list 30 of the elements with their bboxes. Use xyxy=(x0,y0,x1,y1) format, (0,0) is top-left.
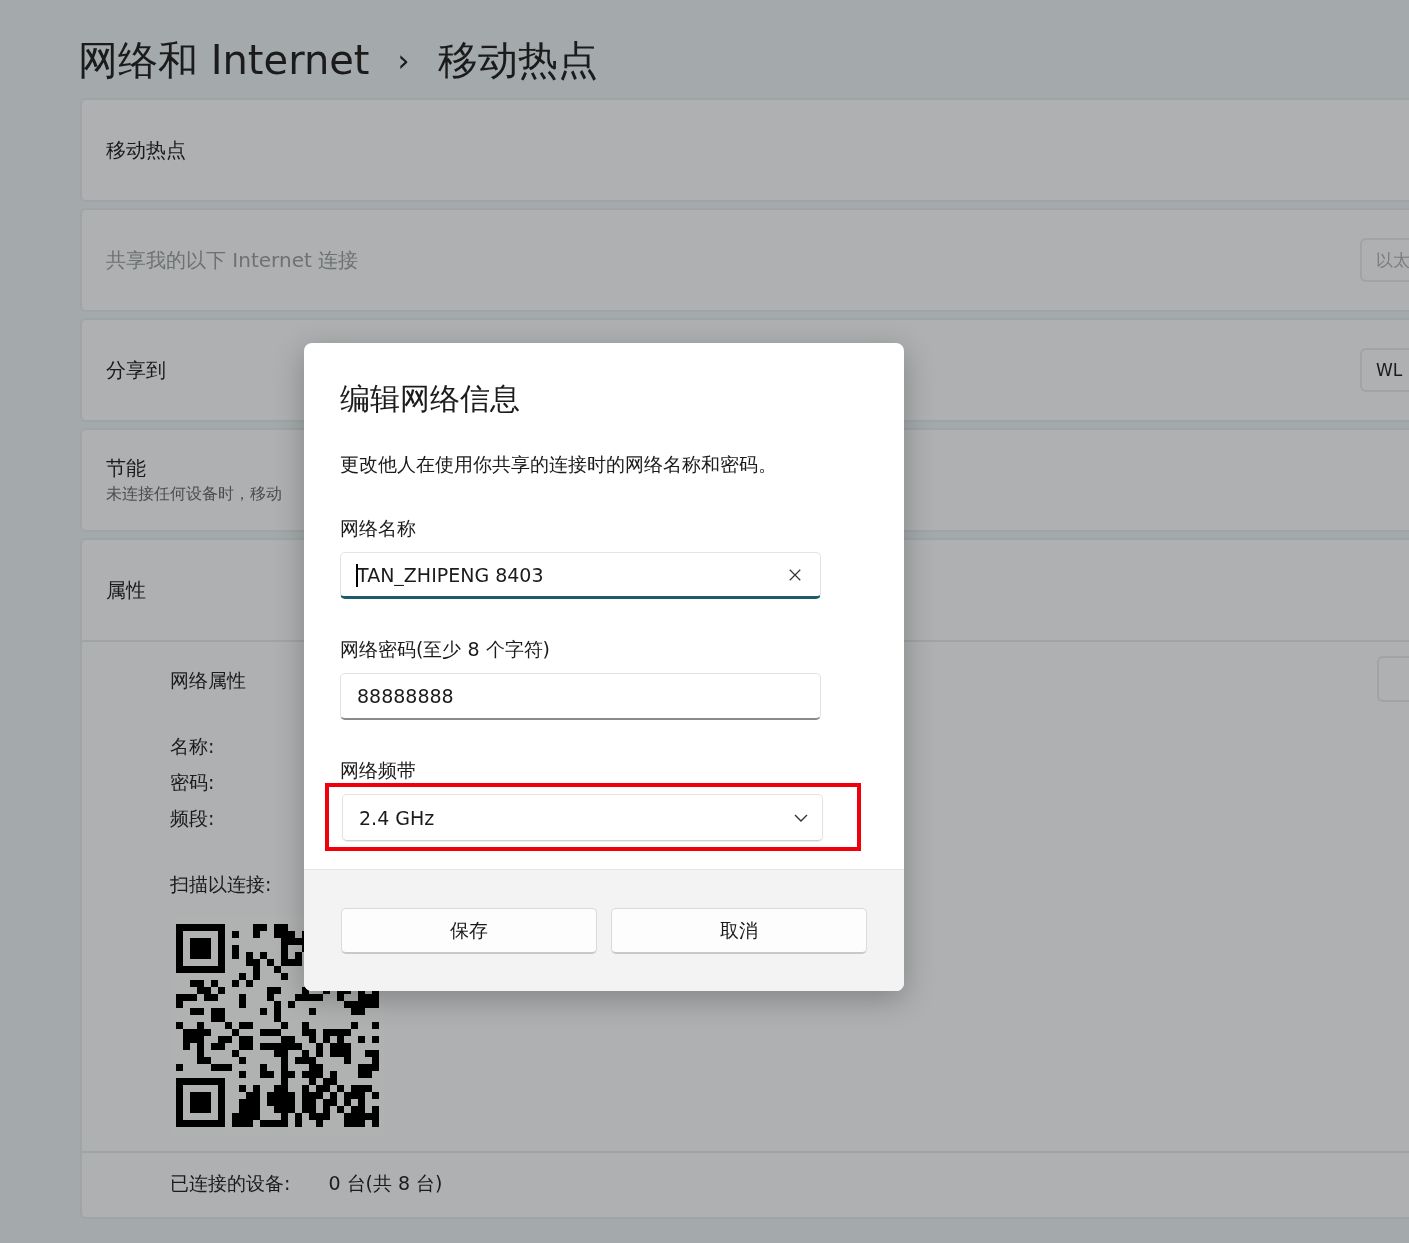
dialog-title: 编辑网络信息 xyxy=(340,380,521,418)
text-field[interactable]: TAN_ZHIPENG 8403 xyxy=(340,552,821,599)
dropdown[interactable]: WL xyxy=(1360,348,1409,392)
card-title: 分享到 xyxy=(106,356,166,384)
scan-label: 扫描以连接: xyxy=(170,872,272,897)
breadcrumb-separator: › xyxy=(397,42,410,78)
field-label: 网络密码(至少 8 个字符) xyxy=(340,637,550,662)
card-title: 属性 xyxy=(106,576,146,604)
dropdown[interactable]: 2.4 GHz xyxy=(342,794,823,841)
breadcrumb-link[interactable]: 网络和 Internet xyxy=(78,32,370,88)
card-title: 节能 xyxy=(106,456,146,480)
property-label: 频段: xyxy=(170,806,215,831)
page-title: 移动热点 xyxy=(437,35,598,85)
section-title: 网络属性 xyxy=(170,668,246,693)
text-cursor xyxy=(356,564,358,587)
text-field[interactable]: 88888888 xyxy=(340,673,821,720)
cancel-button[interactable]: 取消 xyxy=(611,908,867,954)
chevron-down-icon xyxy=(794,813,808,822)
devices-label: 已连接的设备: xyxy=(170,1171,291,1196)
card-title: 共享我的以下 Internet 连接 xyxy=(106,246,359,274)
card-title: 移动热点 xyxy=(106,137,186,162)
save-button[interactable]: 保存 xyxy=(341,908,597,954)
property-label: 名称: xyxy=(170,734,215,759)
field-label: 网络名称 xyxy=(340,516,416,541)
clear-icon[interactable] xyxy=(788,568,802,582)
card-subtitle: 未连接任何设备时，移动 xyxy=(106,484,282,505)
dialog-description: 更改他人在使用你共享的连接时的网络名称和密码。 xyxy=(340,452,778,477)
field-label: 网络频带 xyxy=(340,758,416,783)
property-label: 密码: xyxy=(170,770,215,795)
devices-value: 0 台(共 8 台) xyxy=(328,1171,443,1196)
